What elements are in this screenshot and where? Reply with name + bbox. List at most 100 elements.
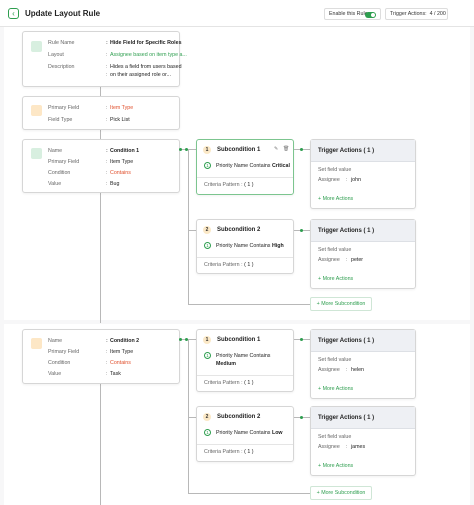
primary-field-card[interactable]: Primary Field Item Type Field Type Pick …	[22, 96, 180, 130]
criteria-pattern: ( 1 )	[244, 449, 254, 455]
trigger-actions-count: 4 / 200	[429, 11, 446, 17]
condition-operator: Contains	[106, 360, 131, 366]
condition-primary-field-label: Primary Field	[48, 349, 80, 355]
layout-label: Layout	[48, 52, 64, 58]
subcondition-title: Subcondition 1	[217, 147, 261, 153]
condition-primary-field: Item Type	[106, 349, 133, 355]
criteria-pattern-label: Criteria Pattern	[204, 262, 240, 268]
criteria-pattern: ( 1 )	[244, 380, 254, 386]
criteria-value: Medium	[216, 361, 237, 367]
field-type-value: Pick List	[106, 117, 130, 123]
action-field: Assignee	[318, 257, 340, 263]
subcondition-number: 2	[203, 413, 211, 421]
connector	[100, 378, 101, 505]
condition-name: Condition 1	[106, 148, 139, 154]
criteria-text: Priority Name Contains	[216, 430, 271, 436]
rule-name-label: Rule Name	[48, 40, 75, 46]
criteria-pattern-label: Criteria Pattern	[204, 182, 240, 188]
description-line-1: Hides a field from users based	[106, 64, 182, 70]
subcondition-number: 2	[203, 226, 211, 234]
layout-value[interactable]: Assignee based on item type a...	[106, 52, 187, 58]
trigger-actions-title: Trigger Actions ( 1 )	[311, 407, 415, 429]
divider	[197, 444, 293, 445]
subcondition-title: Subcondition 1	[217, 337, 261, 343]
action-value: helen	[351, 367, 364, 373]
primary-field-label: Primary Field	[48, 105, 80, 111]
rule-info-card[interactable]: Rule Name Hide Field for Specific Roles …	[22, 31, 187, 87]
connector-dot	[179, 148, 182, 151]
trash-icon[interactable]: 🗑	[283, 146, 289, 152]
criteria-number: 1	[204, 429, 211, 436]
action-value: john	[351, 177, 362, 183]
subcondition-title: Subcondition 2	[217, 414, 261, 420]
rule-canvas: Rule Name Hide Field for Specific Roles …	[0, 27, 474, 505]
condition-card[interactable]: Name Condition 1 Primary Field Item Type…	[22, 139, 180, 193]
criteria-pattern-label: Criteria Pattern	[204, 380, 240, 386]
condition-card[interactable]: Name Condition 2 Primary Field Item Type…	[22, 329, 180, 384]
connector-dot	[300, 229, 303, 232]
trigger-actions-label: Trigger Actions:	[390, 11, 427, 17]
trigger-actions-card[interactable]: Trigger Actions ( 1 ) Set field value As…	[310, 219, 416, 289]
connector	[188, 150, 189, 304]
connector	[100, 87, 101, 96]
subcondition-title: Subcondition 2	[217, 227, 261, 233]
trigger-actions-card[interactable]: Trigger Actions ( 1 ) Set field value As…	[310, 329, 416, 399]
condition-value: Task	[106, 371, 121, 377]
trigger-actions-title: Trigger Actions ( 1 )	[311, 140, 415, 162]
criteria-number: 1	[204, 162, 211, 169]
condition-name-label: Name	[48, 338, 63, 344]
condition-name: Condition 2	[106, 338, 139, 344]
primary-field-icon	[31, 105, 42, 116]
more-actions-link[interactable]: + More Actions	[318, 463, 353, 469]
connector-dot	[300, 416, 303, 419]
connector	[100, 130, 101, 139]
connector-dot	[179, 338, 182, 341]
action-type: Set field value	[318, 434, 352, 440]
criteria-text: Priority Name Contains	[216, 243, 271, 249]
criteria-number: 1	[204, 352, 211, 359]
connector-dot	[300, 338, 303, 341]
subcondition-card[interactable]: 2 Subcondition 2 1 Priority Name Contain…	[196, 406, 294, 462]
criteria-number: 1	[204, 242, 211, 249]
condition-operator: Contains	[106, 170, 131, 176]
more-subcondition-button[interactable]: + More Subcondition	[310, 297, 372, 311]
criteria-value: Critical	[271, 163, 290, 169]
condition-operator-label: Condition	[48, 360, 71, 366]
arrow-left-icon[interactable]: ‹	[8, 8, 19, 19]
connector	[188, 493, 310, 494]
trigger-actions-card[interactable]: Trigger Actions ( 1 ) Set field value As…	[310, 139, 416, 209]
rule-name: Hide Field for Specific Roles	[106, 40, 182, 46]
more-actions-link[interactable]: + More Actions	[318, 196, 353, 202]
condition-value-label: Value	[48, 371, 62, 377]
trigger-actions-card[interactable]: Trigger Actions ( 1 ) Set field value As…	[310, 406, 416, 476]
enable-rule-control[interactable]: Enable this Rule:	[324, 8, 381, 20]
rule-icon	[31, 41, 42, 52]
description-label: Description	[48, 64, 75, 70]
field-type-label: Field Type	[48, 117, 73, 123]
condition-name-label: Name	[48, 148, 63, 154]
action-field: Assignee	[318, 367, 340, 373]
action-type: Set field value	[318, 357, 352, 363]
action-field: Assignee	[318, 177, 340, 183]
edit-icon[interactable]: ✎	[274, 146, 278, 152]
action-value: peter	[351, 257, 364, 263]
subcondition-card[interactable]: 1 Subcondition 1 ✎ 🗑 1 Priority Name Con…	[196, 139, 294, 195]
more-actions-link[interactable]: + More Actions	[318, 386, 353, 392]
condition-icon	[31, 338, 42, 349]
connector	[188, 230, 196, 231]
subcondition-number: 1	[203, 336, 211, 344]
subcondition-card[interactable]: 1 Subcondition 1 1 Priority Name Contain…	[196, 329, 294, 392]
more-subcondition-button[interactable]: + More Subcondition	[310, 486, 372, 500]
trigger-actions-counter: Trigger Actions: 4 / 200	[385, 8, 448, 20]
divider	[197, 177, 293, 178]
action-value: james	[351, 444, 366, 450]
action-type: Set field value	[318, 247, 352, 253]
more-actions-link[interactable]: + More Actions	[318, 276, 353, 282]
criteria-text: Priority Name Contains	[216, 353, 271, 359]
divider	[197, 257, 293, 258]
enable-rule-label: Enable this Rule:	[329, 11, 370, 17]
criteria-value: High	[271, 243, 284, 249]
subcondition-card[interactable]: 2 Subcondition 2 1 Priority Name Contain…	[196, 219, 294, 274]
enable-rule-toggle[interactable]	[365, 11, 376, 18]
description-line-2: on their assigned role or...	[106, 72, 171, 78]
